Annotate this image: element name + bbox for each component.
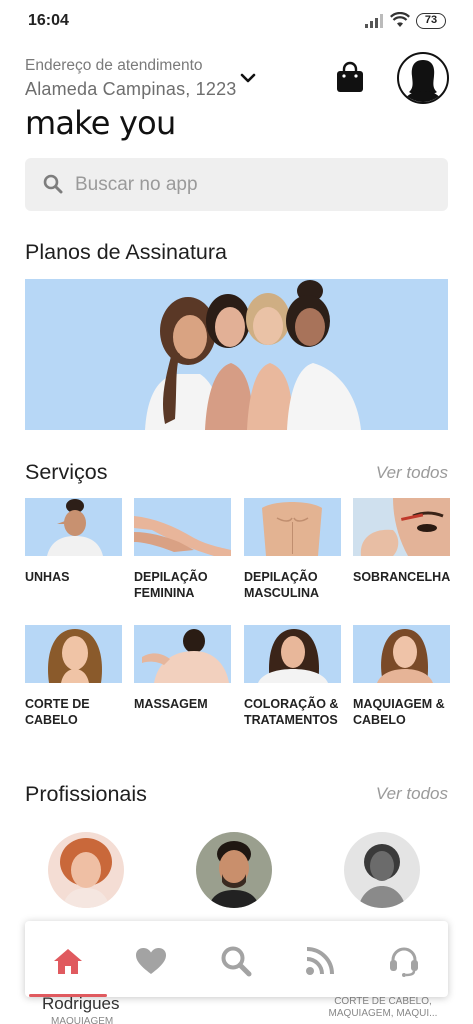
service-card-depilacao-feminina[interactable]: DEPILAÇÃO FEMININA — [134, 498, 231, 601]
service-card-coloracao[interactable]: COLORAÇÃO & TRATAMENTOS — [244, 625, 341, 728]
services-title: Serviços — [25, 460, 108, 484]
support-icon — [390, 947, 418, 977]
user-avatar[interactable] — [397, 52, 449, 104]
service-image — [25, 498, 122, 556]
service-image — [134, 498, 231, 556]
service-label: DEPILAÇÃO MASCULINA — [244, 570, 319, 600]
search-icon — [221, 946, 252, 977]
chevron-down-icon[interactable] — [240, 72, 256, 84]
address-selector[interactable]: Alameda Campinas, 1223 — [25, 79, 237, 100]
nav-favorites[interactable] — [133, 943, 169, 979]
search-icon — [43, 174, 63, 194]
feed-icon — [306, 947, 334, 975]
shopping-bag-icon[interactable] — [336, 61, 364, 93]
professional-avatar-2[interactable] — [196, 832, 272, 908]
address-label: Endereço de atendimento — [25, 57, 203, 74]
home-icon — [54, 949, 82, 974]
status-bar: 16:04 73 — [0, 0, 473, 44]
service-image — [244, 625, 341, 683]
service-card-depilacao-masculina[interactable]: DEPILAÇÃO MASCULINA — [244, 498, 341, 601]
services-see-all-link[interactable]: Ver todos — [376, 463, 448, 483]
service-card-corte-de-cabelo[interactable]: CORTE DE CABELO — [25, 625, 122, 728]
service-label: MASSAGEM — [134, 697, 208, 711]
professional-role: CORTE DE CABELO, MAQUIAGEM, MAQUI... — [328, 996, 438, 1019]
nav-home[interactable] — [50, 943, 86, 979]
professional-avatar-3[interactable] — [344, 832, 420, 908]
professional-name: Rodrigues — [42, 994, 120, 1013]
professional-role: MAQUIAGEM — [51, 1016, 114, 1024]
service-image — [244, 498, 341, 556]
service-label: UNHAS — [25, 570, 70, 584]
search-bar[interactable] — [25, 158, 448, 211]
subscription-title: Planos de Assinatura — [25, 240, 227, 264]
professional-avatar-1[interactable] — [48, 832, 124, 908]
service-label: COLORAÇÃO & TRATAMENTOS — [244, 697, 339, 727]
subscription-banner[interactable] — [25, 279, 448, 430]
bottom-navigation — [25, 921, 448, 997]
banner-illustration — [25, 279, 448, 430]
service-label: SOBRANCELHA — [353, 570, 451, 584]
service-card-sobrancelha[interactable]: SOBRANCELHA — [353, 498, 450, 585]
service-card-unhas[interactable]: UNHAS — [25, 498, 122, 585]
service-image — [353, 625, 450, 683]
service-image — [353, 498, 450, 556]
professionals-see-all-link[interactable]: Ver todos — [376, 784, 448, 804]
search-input[interactable] — [75, 158, 435, 211]
heart-icon — [136, 948, 166, 974]
nav-search[interactable] — [218, 943, 254, 979]
app-logo: make you — [25, 104, 176, 142]
active-tab-indicator — [29, 994, 107, 997]
service-label: CORTE DE CABELO — [25, 697, 90, 727]
signal-icon — [365, 14, 383, 28]
service-image — [134, 625, 231, 683]
professionals-title: Profissionais — [25, 782, 147, 806]
user-silhouette-icon — [403, 60, 443, 102]
service-label: MAQUIAGEM & CABELO — [353, 697, 445, 727]
nav-support[interactable] — [386, 943, 422, 979]
service-image — [25, 625, 122, 683]
service-label: DEPILAÇÃO FEMININA — [134, 570, 208, 600]
service-card-maquiagem-cabelo[interactable]: MAQUIAGEM & CABELO — [353, 625, 450, 728]
status-time: 16:04 — [28, 12, 69, 29]
battery-indicator: 73 — [416, 13, 446, 29]
service-card-massagem[interactable]: MASSAGEM — [134, 625, 231, 712]
nav-feed[interactable] — [302, 943, 338, 979]
wifi-icon — [390, 12, 410, 27]
